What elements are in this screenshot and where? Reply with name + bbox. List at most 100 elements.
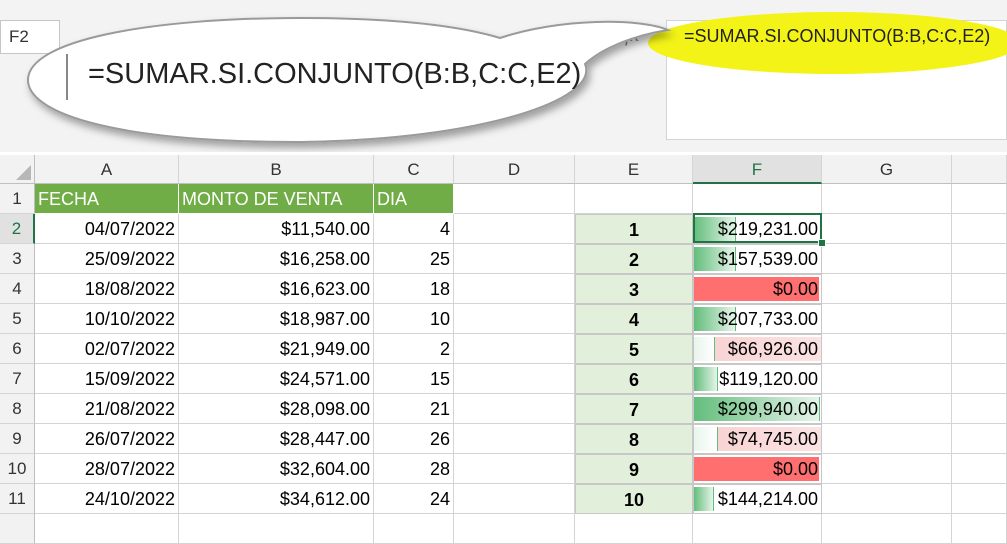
cell-partial[interactable] bbox=[952, 514, 1007, 544]
cell-fecha[interactable]: 18/08/2022 bbox=[35, 274, 179, 304]
cell-fecha[interactable]: 24/10/2022 bbox=[35, 484, 179, 514]
cell-e[interactable] bbox=[575, 184, 693, 214]
select-all-corner[interactable] bbox=[0, 155, 35, 184]
summary-dia[interactable]: 8 bbox=[575, 424, 693, 454]
row-header-5[interactable]: 5 bbox=[0, 304, 35, 334]
cell-fecha[interactable]: 04/07/2022 bbox=[35, 214, 179, 244]
cell-h[interactable] bbox=[952, 214, 1007, 244]
summary-total-cell[interactable]: $66,926.00 bbox=[693, 334, 822, 364]
cell-h[interactable] bbox=[952, 424, 1007, 454]
cell-partial[interactable] bbox=[454, 514, 575, 544]
row-header-9[interactable]: 9 bbox=[0, 424, 35, 454]
cell-g[interactable] bbox=[822, 184, 952, 214]
cell-h[interactable] bbox=[952, 304, 1007, 334]
cell-monto[interactable]: $28,447.00 bbox=[179, 424, 374, 454]
header-dia[interactable]: DIA bbox=[374, 184, 454, 214]
cell-partial[interactable] bbox=[693, 514, 822, 544]
cell-g[interactable] bbox=[822, 424, 952, 454]
cell-dia[interactable]: 24 bbox=[374, 484, 454, 514]
column-header-f[interactable]: F bbox=[693, 155, 822, 184]
summary-total-cell[interactable]: $219,231.00 bbox=[693, 214, 822, 244]
cell-d[interactable] bbox=[454, 394, 575, 424]
cell-partial[interactable] bbox=[575, 514, 693, 544]
summary-dia[interactable]: 4 bbox=[575, 304, 693, 334]
cell-h[interactable] bbox=[952, 364, 1007, 394]
row-header-1[interactable]: 1 bbox=[0, 184, 35, 214]
cell-monto[interactable]: $16,258.00 bbox=[179, 244, 374, 274]
cell-f[interactable] bbox=[693, 184, 822, 214]
summary-dia[interactable]: 2 bbox=[575, 244, 693, 274]
cell-fecha[interactable]: 15/09/2022 bbox=[35, 364, 179, 394]
cell-d[interactable] bbox=[454, 304, 575, 334]
cell-d[interactable] bbox=[454, 274, 575, 304]
row-header-4[interactable]: 4 bbox=[0, 274, 35, 304]
cell-h[interactable] bbox=[952, 334, 1007, 364]
cell-monto[interactable]: $21,949.00 bbox=[179, 334, 374, 364]
row-header-6[interactable]: 6 bbox=[0, 334, 35, 364]
fill-handle[interactable] bbox=[818, 239, 826, 247]
cell-g[interactable] bbox=[822, 454, 952, 484]
row-header-partial[interactable] bbox=[0, 514, 35, 544]
summary-total-cell[interactable]: $74,745.00 bbox=[693, 424, 822, 454]
cell-h[interactable] bbox=[952, 274, 1007, 304]
cell-partial[interactable] bbox=[35, 514, 179, 544]
formula-text[interactable]: =SUMAR.SI.CONJUNTO(B:B,C:C,E2) bbox=[684, 26, 990, 47]
row-header-10[interactable]: 10 bbox=[0, 454, 35, 484]
cell-d[interactable] bbox=[454, 334, 575, 364]
cell-g[interactable] bbox=[822, 364, 952, 394]
summary-dia[interactable]: 10 bbox=[575, 484, 693, 514]
summary-dia[interactable]: 3 bbox=[575, 274, 693, 304]
cell-dia[interactable]: 4 bbox=[374, 214, 454, 244]
column-header-g[interactable]: G bbox=[822, 155, 952, 184]
column-header-c[interactable]: C bbox=[374, 155, 454, 184]
cell-h[interactable] bbox=[952, 184, 1007, 214]
cell-g[interactable] bbox=[822, 274, 952, 304]
cell-dia[interactable]: 15 bbox=[374, 364, 454, 394]
cell-fecha[interactable]: 26/07/2022 bbox=[35, 424, 179, 454]
row-header-2[interactable]: 2 bbox=[0, 214, 35, 244]
cell-dia[interactable]: 28 bbox=[374, 454, 454, 484]
summary-dia[interactable]: 6 bbox=[575, 364, 693, 394]
cell-d[interactable] bbox=[454, 184, 575, 214]
cell-d[interactable] bbox=[454, 484, 575, 514]
cell-partial[interactable] bbox=[822, 514, 952, 544]
cell-h[interactable] bbox=[952, 484, 1007, 514]
cell-dia[interactable]: 10 bbox=[374, 304, 454, 334]
cell-fecha[interactable]: 10/10/2022 bbox=[35, 304, 179, 334]
summary-total-cell[interactable]: $207,733.00 bbox=[693, 304, 822, 334]
cell-d[interactable] bbox=[454, 364, 575, 394]
cell-g[interactable] bbox=[822, 244, 952, 274]
cell-monto[interactable]: $18,987.00 bbox=[179, 304, 374, 334]
cell-monto[interactable]: $24,571.00 bbox=[179, 364, 374, 394]
cell-h[interactable] bbox=[952, 454, 1007, 484]
row-header-8[interactable]: 8 bbox=[0, 394, 35, 424]
cell-g[interactable] bbox=[822, 484, 952, 514]
column-header-a[interactable]: A bbox=[35, 155, 179, 184]
cell-dia[interactable]: 21 bbox=[374, 394, 454, 424]
cell-h[interactable] bbox=[952, 394, 1007, 424]
column-header-e[interactable]: E bbox=[575, 155, 693, 184]
cell-g[interactable] bbox=[822, 394, 952, 424]
cell-monto[interactable]: $11,540.00 bbox=[179, 214, 374, 244]
summary-total-cell[interactable]: $299,940.00 bbox=[693, 394, 822, 424]
cell-fecha[interactable]: 28/07/2022 bbox=[35, 454, 179, 484]
summary-dia[interactable]: 7 bbox=[575, 394, 693, 424]
summary-dia[interactable]: 5 bbox=[575, 334, 693, 364]
summary-total-cell[interactable]: $144,214.00 bbox=[693, 484, 822, 514]
header-fecha[interactable]: FECHA bbox=[35, 184, 179, 214]
summary-total-cell[interactable]: $119,120.00 bbox=[693, 364, 822, 394]
cell-h[interactable] bbox=[952, 244, 1007, 274]
header-monto[interactable]: MONTO DE VENTA bbox=[179, 184, 374, 214]
cell-monto[interactable]: $34,612.00 bbox=[179, 484, 374, 514]
summary-dia[interactable]: 9 bbox=[575, 454, 693, 484]
cell-g[interactable] bbox=[822, 214, 952, 244]
cell-d[interactable] bbox=[454, 454, 575, 484]
cell-d[interactable] bbox=[454, 244, 575, 274]
column-header-d[interactable]: D bbox=[454, 155, 575, 184]
cell-g[interactable] bbox=[822, 304, 952, 334]
row-header-7[interactable]: 7 bbox=[0, 364, 35, 394]
summary-total-cell[interactable]: $0.00 bbox=[693, 274, 822, 304]
summary-total-cell[interactable]: $157,539.00 bbox=[693, 244, 822, 274]
cell-fecha[interactable]: 21/08/2022 bbox=[35, 394, 179, 424]
cell-d[interactable] bbox=[454, 214, 575, 244]
